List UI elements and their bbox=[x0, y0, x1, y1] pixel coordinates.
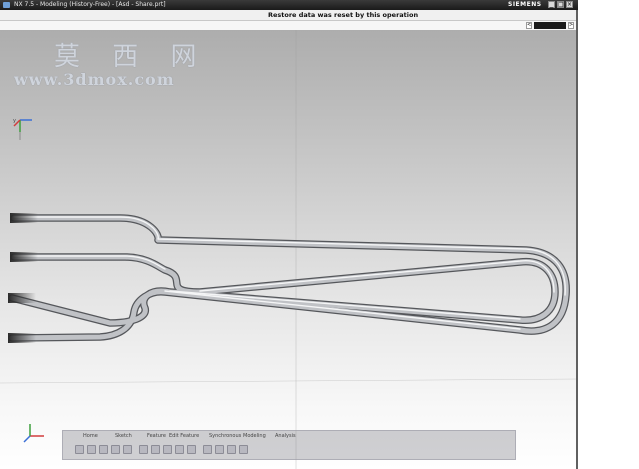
tab-edit-feature[interactable]: Edit Feature bbox=[169, 433, 199, 439]
window-right-border bbox=[576, 10, 578, 469]
maximize-button[interactable]: □ bbox=[557, 1, 564, 8]
wire-end-2 bbox=[10, 252, 38, 262]
fit-view-icon[interactable] bbox=[203, 445, 212, 454]
title-bar: NX 7.5 - Modeling (History-Free) - [Asd … bbox=[0, 0, 578, 10]
tab-analysis[interactable]: Analysis bbox=[275, 433, 296, 439]
tab-synchronous[interactable]: Synchronous bbox=[209, 433, 241, 439]
pan-icon[interactable] bbox=[239, 445, 248, 454]
progress-indicator bbox=[534, 22, 566, 29]
new-file-icon[interactable] bbox=[75, 445, 84, 454]
revolve-icon[interactable] bbox=[163, 445, 172, 454]
open-file-icon[interactable] bbox=[87, 445, 96, 454]
tab-modeling[interactable]: Modeling bbox=[243, 433, 266, 439]
wire-end-3 bbox=[8, 293, 36, 303]
save-icon[interactable] bbox=[99, 445, 108, 454]
status-message: Restore data was reset by this operation bbox=[268, 11, 419, 19]
window-title: NX 7.5 - Modeling (History-Free) - [Asd … bbox=[14, 1, 166, 8]
wire-end-1 bbox=[10, 213, 38, 223]
extrude-icon[interactable] bbox=[151, 445, 160, 454]
close-button[interactable]: × bbox=[566, 1, 573, 8]
triad-y-label: y bbox=[13, 118, 16, 124]
blend-icon[interactable] bbox=[187, 445, 196, 454]
ribbon-icon-row bbox=[67, 443, 507, 457]
status-subbar: < > bbox=[0, 21, 578, 30]
rotate-icon[interactable] bbox=[227, 445, 236, 454]
wire-model[interactable] bbox=[8, 213, 570, 343]
minimize-button[interactable]: _ bbox=[548, 1, 555, 8]
ribbon-tabs: Home Sketch Feature Edit Feature Synchro… bbox=[63, 431, 515, 441]
view-triad bbox=[23, 424, 44, 443]
prev-message-button[interactable]: < bbox=[526, 22, 532, 29]
next-message-button[interactable]: > bbox=[568, 22, 574, 29]
tab-sketch[interactable]: Sketch bbox=[115, 433, 132, 439]
nx-app-icon bbox=[3, 2, 10, 8]
model-canvas[interactable]: y bbox=[0, 30, 578, 469]
tab-feature[interactable]: Feature bbox=[147, 433, 166, 439]
datum-line-horizontal bbox=[0, 378, 578, 384]
ribbon-toolbar: Home Sketch Feature Edit Feature Synchro… bbox=[62, 430, 516, 460]
zoom-icon[interactable] bbox=[215, 445, 224, 454]
wcs-triad: y bbox=[13, 118, 32, 140]
status-bar: Restore data was reset by this operation bbox=[0, 10, 578, 21]
sketch-icon[interactable] bbox=[139, 445, 148, 454]
undo-icon[interactable] bbox=[111, 445, 120, 454]
tab-home[interactable]: Home bbox=[83, 433, 98, 439]
redo-icon[interactable] bbox=[123, 445, 132, 454]
siemens-logo: SIEMENS bbox=[508, 1, 542, 8]
nx-main-window: NX 7.5 - Modeling (History-Free) - [Asd … bbox=[0, 0, 578, 469]
hole-icon[interactable] bbox=[175, 445, 184, 454]
wire-end-4 bbox=[8, 333, 36, 343]
graphics-viewport[interactable]: y 莫 西 网 www.3dmox.com bbox=[0, 30, 578, 469]
